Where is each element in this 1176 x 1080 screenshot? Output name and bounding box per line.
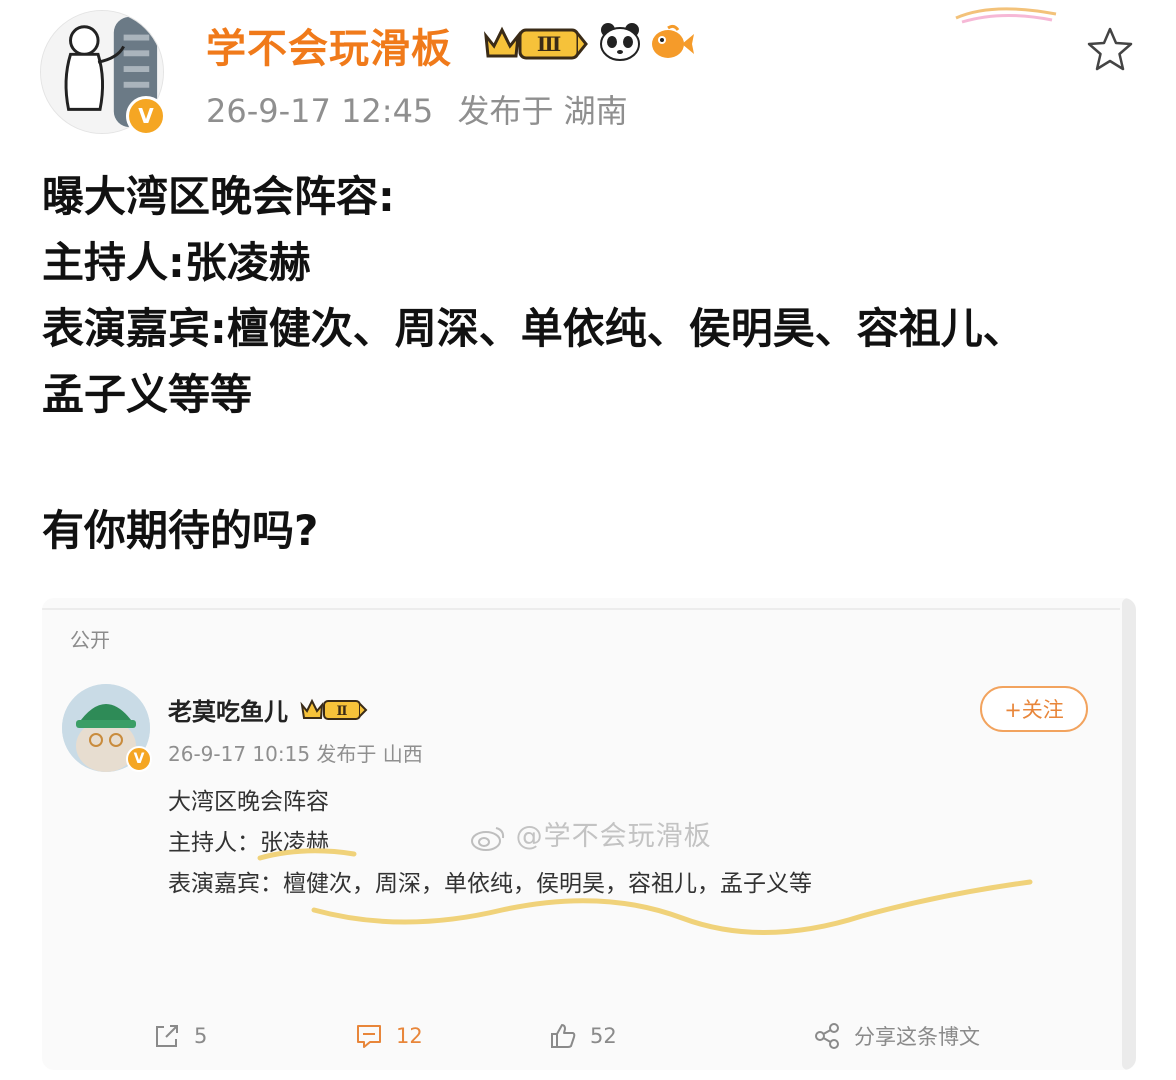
embedded-meta: 26-9-17 10:15 发布于 山西 [168, 742, 423, 766]
thumbs-up-icon [551, 1024, 576, 1048]
post-time: 26-9-17 12:45 [206, 92, 434, 130]
embedded-action-bar: 5 12 52 分享这条博文 [42, 1016, 1120, 1056]
star-outline-icon[interactable] [1084, 24, 1136, 76]
embedded-screenshot-card[interactable]: 公开 V 老莫吃鱼儿 Ⅱ 26-9-17 10:15 发布于 山西 +关注 大湾… [42, 598, 1136, 1070]
watermark: @学不会玩滑板 [470, 814, 712, 853]
post-line: 有你期待的吗? [42, 506, 319, 555]
post-text: 曝大湾区晚会阵容: 主持人:张凌赫 表演嘉宾:檀健次、周深、单依纯、侯明昊、容祖… [42, 164, 1142, 564]
verified-badge: V [126, 96, 166, 136]
share-button[interactable]: 分享这条博文 [812, 1016, 980, 1056]
comment-icon [357, 1025, 381, 1048]
crown-vip-badge-icon: Ⅱ [300, 698, 368, 720]
embedded-vip-level-text: Ⅱ [337, 704, 348, 719]
panda-emoji-icon [600, 23, 640, 61]
repost-button[interactable]: 5 [152, 1016, 207, 1056]
post-line: 曝大湾区晚会阵容: [42, 172, 395, 221]
share-label: 分享这条博文 [854, 1025, 980, 1049]
like-button[interactable]: 52 [548, 1016, 617, 1056]
embedded-line: 表演嘉宾：檀健次，周深，单依纯，侯明昊，容祖儿，孟子义等 [168, 871, 812, 897]
share-icon [815, 1023, 839, 1049]
author-name[interactable]: 学不会玩滑板 [206, 16, 452, 74]
post-line: 主持人:张凌赫 [42, 238, 311, 287]
goldfish-emoji-icon [652, 24, 694, 58]
like-count: 52 [590, 1024, 617, 1048]
vip-level-text: Ⅲ [537, 32, 561, 56]
weibo-logo-icon [471, 826, 505, 851]
post-line: 表演嘉宾:檀健次、周深、单依纯、侯明昊、容祖儿、 [42, 304, 1025, 353]
watermark-text: @学不会玩滑板 [515, 821, 712, 852]
embedded-author-name: 老莫吃鱼儿 [168, 698, 288, 726]
decoration-sparkle-icon [955, 7, 1057, 24]
post-line: 孟子义等等 [42, 370, 253, 419]
comment-button[interactable]: 12 [354, 1016, 423, 1056]
follow-button[interactable]: +关注 [980, 686, 1088, 732]
post-location: 发布于 湖南 [457, 92, 628, 130]
crown-vip-badge-icon: Ⅲ [484, 26, 588, 60]
card-scrollbar [1122, 598, 1136, 1070]
repost-count: 5 [194, 1024, 208, 1048]
embedded-verified-badge: V [126, 746, 152, 772]
card-divider [42, 608, 1120, 610]
visibility-label: 公开 [70, 628, 110, 652]
post-meta: 26-9-17 12:45 发布于 湖南 [206, 86, 628, 132]
comment-count: 12 [396, 1024, 423, 1048]
repost-icon [156, 1025, 178, 1047]
